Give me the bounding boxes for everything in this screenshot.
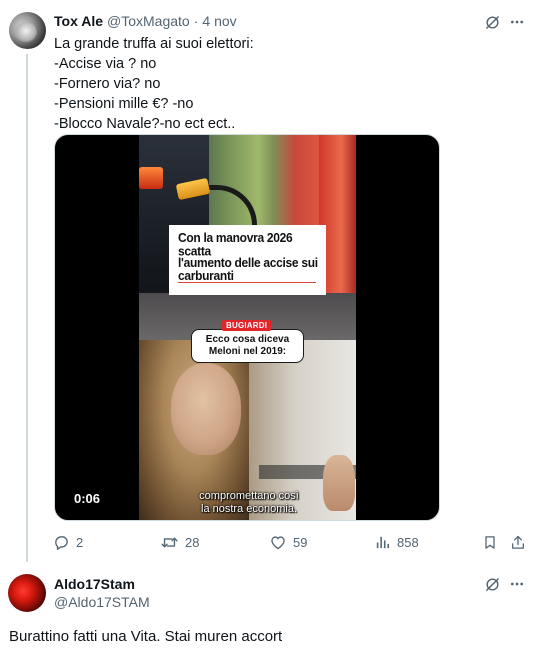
tweet-line: La grande truffa ai suoi elettori:	[54, 36, 254, 52]
share-button[interactable]	[510, 530, 526, 554]
repost-count: 28	[185, 534, 200, 550]
author-avatar[interactable]	[9, 12, 46, 49]
reply-author-handle[interactable]: @Aldo17STAM	[54, 594, 150, 610]
subtitle-line: compromettano così	[199, 490, 299, 502]
reply-button[interactable]: 2	[53, 530, 83, 554]
header-separator: ·	[193, 13, 199, 29]
repost-button[interactable]: 28	[160, 530, 199, 554]
grok-button[interactable]	[482, 12, 502, 32]
repost-icon	[161, 537, 178, 547]
like-button[interactable]: 59	[269, 530, 307, 554]
bubble-line: Ecco cosa diceva	[205, 334, 290, 345]
reply-tweet[interactable]: Aldo17Stam @Aldo17STAM Burattino fatti u…	[0, 562, 534, 659]
reply-author-avatar[interactable]	[8, 574, 46, 612]
tweet-text: La grande truffa ai suoi elettori: -Acci…	[54, 34, 514, 134]
grok-icon	[485, 15, 499, 29]
headline-underline	[178, 282, 316, 283]
share-icon	[512, 535, 524, 549]
tweet[interactable]: Tox Ale @ToxMagato · 4 nov La grande tru…	[0, 0, 534, 562]
grok-icon	[485, 577, 499, 591]
subtitle-line: la nostra economia.	[201, 503, 297, 515]
author-handle[interactable]: @ToxMagato	[107, 13, 190, 29]
author-name[interactable]: Tox Ale	[54, 13, 103, 29]
reply-count: 2	[76, 534, 84, 550]
views-button[interactable]: 858	[374, 530, 419, 554]
bubble-line: Meloni nel 2019:	[208, 346, 287, 357]
views-icon	[376, 536, 390, 548]
reply-icon	[55, 535, 68, 550]
video-subtitle: compromettano così la nostra economia.	[159, 490, 339, 516]
action-bar: 2 28 59 858	[0, 528, 534, 556]
bookmark-icon	[485, 535, 495, 549]
car-taillight	[139, 167, 163, 189]
tweet-date[interactable]: 4 nov	[202, 13, 236, 29]
bookmark-button[interactable]	[482, 530, 498, 554]
video-frame[interactable]: Con la manovra 2026 scatta l'aumento del…	[139, 135, 356, 520]
tweet-line: -Pensioni mille €? -no	[54, 96, 194, 112]
headline-line: carburanti	[178, 268, 234, 283]
tweet-line: -Accise via ? no	[54, 56, 157, 72]
more-icon	[511, 20, 523, 24]
views-count: 858	[397, 534, 419, 550]
speaker-face	[171, 363, 241, 455]
tweet-line: -Fornero via? no	[54, 76, 161, 92]
tweet-line: -Blocco Navale?-no ect ect..	[54, 116, 236, 132]
video-headline: Con la manovra 2026 scatta l'aumento del…	[169, 225, 326, 295]
headline-line: Con la manovra 2026 scatta	[178, 230, 293, 259]
liars-badge: BUGIARDI	[222, 320, 272, 331]
more-icon	[511, 582, 523, 586]
reply-author-name[interactable]: Aldo17Stam	[54, 576, 135, 592]
reply-grok-button[interactable]	[482, 574, 502, 594]
video-player[interactable]: Con la manovra 2026 scatta l'aumento del…	[54, 134, 440, 521]
heart-icon	[271, 535, 285, 549]
reply-text: Burattino fatti una Vita. Stai muren acc…	[9, 628, 283, 645]
more-button[interactable]	[507, 12, 527, 32]
caption-bubble: Ecco cosa diceva Meloni nel 2019:	[191, 329, 304, 363]
like-count: 59	[293, 534, 308, 550]
video-duration: 0:06	[74, 491, 101, 506]
tweet-header: Tox Ale @ToxMagato · 4 nov	[54, 12, 237, 30]
thread-line	[26, 54, 28, 562]
reply-more-button[interactable]	[507, 574, 527, 594]
